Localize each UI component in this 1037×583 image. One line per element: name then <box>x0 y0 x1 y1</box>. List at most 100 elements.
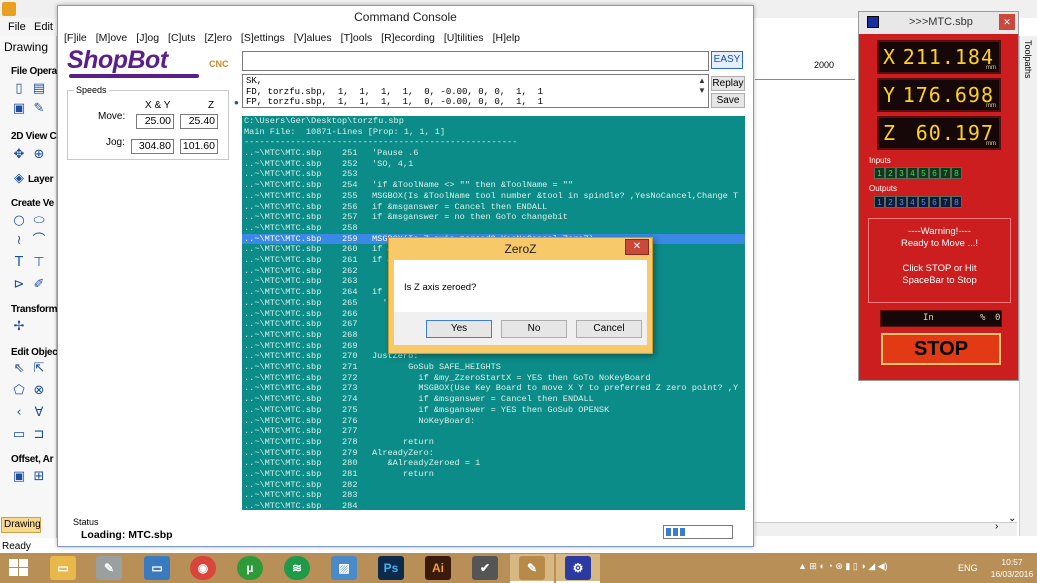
photos-icon[interactable]: ▨ <box>331 556 357 580</box>
spotify-icon[interactable]: ≋ <box>284 556 310 580</box>
vcarve-icon[interactable]: ✎ <box>96 556 122 580</box>
array-icon[interactable]: ⊞ <box>32 470 46 484</box>
close-icon[interactable]: ✕ <box>625 239 649 255</box>
file-line[interactable]: ..~\MTC\MTC.sbp 276 NoKeyBoard: <box>242 416 745 427</box>
draw-icon[interactable]: ✐ <box>32 278 46 292</box>
shopbot-active-task[interactable]: ⚙ <box>556 554 600 583</box>
menu-file[interactable]: File <box>8 21 26 33</box>
file-line[interactable]: ..~\MTC\MTC.sbp 253 <box>242 169 745 180</box>
file-line[interactable]: ..~\MTC\MTC.sbp 272 if &my_ZzeroStartX = … <box>242 373 745 384</box>
menu-settings[interactable]: [S]ettings <box>241 32 285 44</box>
system-tray[interactable]: ▲ ⊞ ◐ ◔ ⊛ ▮ ▯ ◑ ◢ ◀) <box>798 561 888 572</box>
scroll-right-arrow-icon[interactable]: › <box>995 521 998 532</box>
file-line[interactable]: ..~\MTC\MTC.sbp 283 <box>242 490 745 501</box>
menu-values[interactable]: [V]alues <box>294 32 332 44</box>
move-icon[interactable]: ✢ <box>12 320 26 334</box>
units-bar[interactable]: In % 0 <box>880 310 1002 327</box>
weld-icon[interactable]: ⊗ <box>32 384 46 398</box>
history-scroll-arrows-icon[interactable]: ▲ ▼ <box>698 76 706 96</box>
easy-button[interactable]: EASY <box>711 51 743 69</box>
trim-icon[interactable]: ‹ <box>12 406 26 420</box>
drawing-bottom-tab[interactable]: Drawing <box>1 517 41 533</box>
file-line[interactable]: ..~\MTC\MTC.sbp 255 MSGBOX(Is &ToolName to… <box>242 191 745 202</box>
clock[interactable]: 10:57 16/03/2016 <box>990 556 1034 580</box>
menu-file[interactable]: [F]ile <box>64 32 87 44</box>
vcarve-active-task[interactable]: ✎ <box>510 554 554 583</box>
file-line[interactable]: ..~\MTC\MTC.sbp 251 'Pause .6 <box>242 148 745 159</box>
replay-button[interactable]: Replay <box>711 76 745 91</box>
file-line[interactable]: ..~\MTC\MTC.sbp 277 <box>242 426 745 437</box>
photoshop-icon[interactable]: Ps <box>378 556 404 580</box>
curve-icon[interactable]: ⊳ <box>12 278 26 292</box>
command-input[interactable] <box>242 51 709 71</box>
offset-icon[interactable]: ▣ <box>12 470 26 484</box>
menu-tools[interactable]: [T]ools <box>341 32 373 44</box>
chrome-icon[interactable]: ◉ <box>190 556 216 580</box>
illustrator-icon[interactable]: Ai <box>425 556 451 580</box>
stop-button[interactable]: STOP <box>881 333 1001 365</box>
file-line[interactable]: ..~\MTC\MTC.sbp 279 AlreadyZero: <box>242 448 745 459</box>
text-icon[interactable]: T <box>12 256 26 270</box>
language-indicator[interactable]: ENG <box>958 563 978 573</box>
x-axis-readout[interactable]: X 211.184 mm <box>877 40 1001 74</box>
ellipse-icon[interactable]: ⬭ <box>32 214 46 228</box>
y-axis-readout[interactable]: Y 176.698 mm <box>877 78 1001 112</box>
no-button[interactable]: No <box>501 320 567 338</box>
menu-cuts[interactable]: [C]uts <box>168 32 195 44</box>
menu-utilities[interactable]: [U]tilities <box>444 32 484 44</box>
menu-jog[interactable]: [J]og <box>136 32 159 44</box>
cut-vector-icon[interactable]: ∀ <box>32 406 46 420</box>
open-folder-icon[interactable]: ▤ <box>32 82 46 96</box>
file-line[interactable]: ..~\MTC\MTC.sbp 252 'SO, 4,1 <box>242 159 745 170</box>
menu-move[interactable]: [M]ove <box>96 32 128 44</box>
file-line[interactable]: ..~\MTC\MTC.sbp 271 GoSub SAFE_HEIGHTS <box>242 362 745 373</box>
cancel-button[interactable]: Cancel <box>576 320 642 338</box>
file-line[interactable]: ..~\MTC\MTC.sbp 256 if &msganswer = Cancel… <box>242 202 745 213</box>
windows-start-icon[interactable] <box>9 559 29 577</box>
save-button[interactable]: Save <box>711 93 745 108</box>
file-line[interactable]: ..~\MTC\MTC.sbp 273 MSGBOX(Use Key Board … <box>242 383 745 394</box>
file-line[interactable]: ..~\MTC\MTC.sbp 254 'if &ToolName <> "" th… <box>242 180 745 191</box>
menu-recording[interactable]: [R]ecording <box>381 32 435 44</box>
move-z-speed-field[interactable]: 25.40 <box>180 114 218 129</box>
drawing-tab-header[interactable]: Drawing <box>4 40 48 54</box>
file-line[interactable]: ..~\MTC\MTC.sbp 278 return <box>242 437 745 448</box>
pan-icon[interactable]: ✥ <box>12 148 26 162</box>
scroll-down-arrow-icon[interactable]: ⌄ <box>1008 513 1016 524</box>
file-line[interactable]: ..~\MTC\MTC.sbp 284 <box>242 501 745 510</box>
shopbot-tool-icon[interactable]: ✔ <box>472 556 498 580</box>
zoom-icon[interactable]: ⊕ <box>32 148 46 162</box>
node-edit-icon[interactable]: ⇱ <box>32 362 46 376</box>
file-explorer-icon[interactable]: ▭ <box>50 556 76 580</box>
file-line[interactable]: ..~\MTC\MTC.sbp 258 <box>242 223 745 234</box>
circle-icon[interactable]: ○ <box>12 214 26 228</box>
menu-help[interactable]: [H]elp <box>493 32 520 44</box>
new-file-icon[interactable]: ▯ <box>12 82 26 96</box>
jog-z-speed-field[interactable]: 101.60 <box>180 139 218 154</box>
file-line[interactable]: ..~\MTC\MTC.sbp 282 <box>242 480 745 491</box>
window-app-icon[interactable]: ▭ <box>144 556 170 580</box>
import-icon[interactable]: ✎ <box>32 102 46 116</box>
shape-edit-icon[interactable]: ⬠ <box>12 384 26 398</box>
command-history[interactable]: SK, FD, torzfu.sbp, 1, 1, 1, 1, 0, -0.00,… <box>242 74 709 108</box>
file-line[interactable]: ..~\MTC\MTC.sbp 280 &AlreadyZeroed = 1 <box>242 458 745 469</box>
file-line[interactable]: ..~\MTC\MTC.sbp 281 return <box>242 469 745 480</box>
save-icon[interactable]: ▣ <box>12 102 26 116</box>
jog-xy-speed-field[interactable]: 304.80 <box>131 139 174 154</box>
yes-button[interactable]: Yes <box>426 320 492 338</box>
arc-icon[interactable]: ⌒ <box>32 234 46 248</box>
polyline-icon[interactable]: ≀ <box>12 234 26 248</box>
text-box-icon[interactable]: ⊤ <box>32 256 46 270</box>
bracket-icon[interactable]: ⊐ <box>32 428 46 442</box>
layers-icon[interactable]: ◈ <box>12 172 26 186</box>
menu-edit[interactable]: Edit <box>34 21 53 33</box>
file-line[interactable]: ..~\MTC\MTC.sbp 257 if &msganswer = no the… <box>242 212 745 223</box>
file-line[interactable]: ..~\MTC\MTC.sbp 274 if &msganswer = Cance… <box>242 394 745 405</box>
horizontal-scrollbar[interactable] <box>755 522 1017 536</box>
toolpaths-tab[interactable]: Toolpaths <box>1023 40 1033 79</box>
select-icon[interactable]: ⇖ <box>12 362 26 376</box>
move-xy-speed-field[interactable]: 25.00 <box>136 114 174 129</box>
menu-zero[interactable]: [Z]ero <box>204 32 231 44</box>
join-icon[interactable]: ▭ <box>12 428 26 442</box>
z-axis-readout[interactable]: Z 60.197 mm <box>877 116 1001 150</box>
